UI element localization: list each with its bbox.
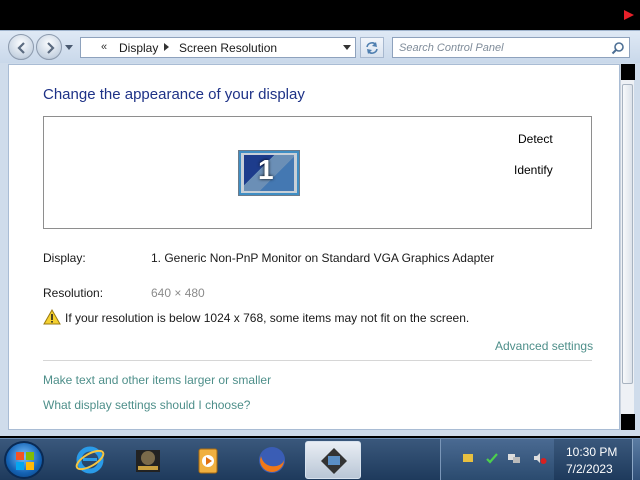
clock-date[interactable]: 7/2/2023 bbox=[566, 462, 613, 476]
back-button[interactable] bbox=[8, 34, 34, 60]
display-label: Display: bbox=[43, 251, 86, 265]
address-bar[interactable]: « Display Screen Resolution bbox=[80, 37, 356, 58]
scroll-down-button[interactable] bbox=[621, 414, 635, 430]
search-icon[interactable] bbox=[611, 41, 625, 55]
monitor-arrangement-panel: 1 Detect Identify bbox=[43, 116, 592, 229]
app-icon bbox=[136, 450, 160, 472]
clock-time[interactable]: 10:30 PM bbox=[566, 445, 617, 459]
show-desktop-button[interactable] bbox=[632, 439, 640, 480]
display-settings-help-link[interactable]: What display settings should I choose? bbox=[43, 398, 250, 412]
refresh-button[interactable] bbox=[360, 37, 384, 58]
breadcrumb-overflow-icon[interactable]: « bbox=[101, 41, 107, 53]
notification-flag-icon bbox=[624, 10, 634, 20]
forward-button[interactable] bbox=[36, 34, 62, 60]
system-tray bbox=[440, 439, 554, 480]
taskbar-media-player[interactable] bbox=[180, 441, 236, 479]
taskbar: 10:30 PM 7/2/2023 bbox=[0, 438, 640, 480]
taskbar-firefox[interactable] bbox=[244, 441, 300, 479]
media-player-icon bbox=[198, 448, 218, 474]
detect-button[interactable]: Detect bbox=[518, 132, 553, 146]
action-center-icon[interactable] bbox=[485, 451, 499, 465]
breadcrumb-screen-resolution[interactable]: Screen Resolution bbox=[179, 41, 277, 55]
resolution-select[interactable]: 640 × 480 bbox=[151, 286, 205, 300]
search-placeholder[interactable]: Search Control Panel bbox=[399, 42, 504, 54]
taskbar-control-panel[interactable] bbox=[305, 441, 361, 479]
navigation-bar: « Display Screen Resolution Search Contr… bbox=[0, 31, 640, 63]
content-pane: Change the appearance of your display 1 … bbox=[8, 64, 620, 430]
scroll-up-button[interactable] bbox=[621, 64, 635, 80]
scroll-thumb[interactable] bbox=[622, 84, 633, 384]
control-panel-window: « Display Screen Resolution Search Contr… bbox=[0, 30, 640, 436]
arrow-left-icon bbox=[17, 42, 25, 54]
warning-icon bbox=[43, 309, 61, 325]
vertical-scrollbar[interactable] bbox=[620, 64, 635, 430]
firefox-icon bbox=[259, 447, 285, 473]
text-size-link[interactable]: Make text and other items larger or smal… bbox=[43, 373, 271, 387]
search-box[interactable]: Search Control Panel bbox=[392, 37, 630, 58]
window-title-bar[interactable] bbox=[0, 0, 640, 30]
taskbar-app[interactable] bbox=[120, 441, 176, 479]
arrow-right-icon bbox=[47, 42, 55, 54]
refresh-icon bbox=[366, 42, 378, 54]
monitor-number: 1 bbox=[258, 154, 274, 185]
address-dropdown-icon[interactable] bbox=[343, 45, 351, 50]
windows-logo-icon bbox=[16, 452, 34, 470]
monitor-1-tile[interactable]: 1 bbox=[238, 150, 300, 196]
display-settings-icon bbox=[321, 448, 347, 474]
taskbar-internet-explorer[interactable] bbox=[62, 441, 118, 479]
network-icon[interactable] bbox=[507, 451, 521, 465]
breadcrumb-display[interactable]: Display bbox=[119, 41, 158, 55]
advanced-settings-link[interactable]: Advanced settings bbox=[495, 339, 593, 353]
resolution-warning: If your resolution is below 1024 x 768, … bbox=[65, 311, 470, 325]
display-select[interactable]: 1. Generic Non-PnP Monitor on Standard V… bbox=[151, 251, 494, 265]
identify-button[interactable]: Identify bbox=[514, 163, 553, 177]
breadcrumb-separator-icon[interactable] bbox=[164, 43, 169, 51]
page-title: Change the appearance of your display bbox=[43, 86, 305, 103]
history-dropdown-icon[interactable] bbox=[64, 42, 74, 52]
divider bbox=[43, 360, 592, 361]
start-button[interactable] bbox=[4, 441, 44, 479]
desktop-screen: « Display Screen Resolution Search Contr… bbox=[0, 0, 640, 480]
resolution-label: Resolution: bbox=[43, 286, 104, 300]
tray-app-icon[interactable] bbox=[461, 451, 475, 465]
volume-muted-icon[interactable] bbox=[533, 451, 547, 465]
internet-explorer-icon bbox=[75, 446, 105, 474]
